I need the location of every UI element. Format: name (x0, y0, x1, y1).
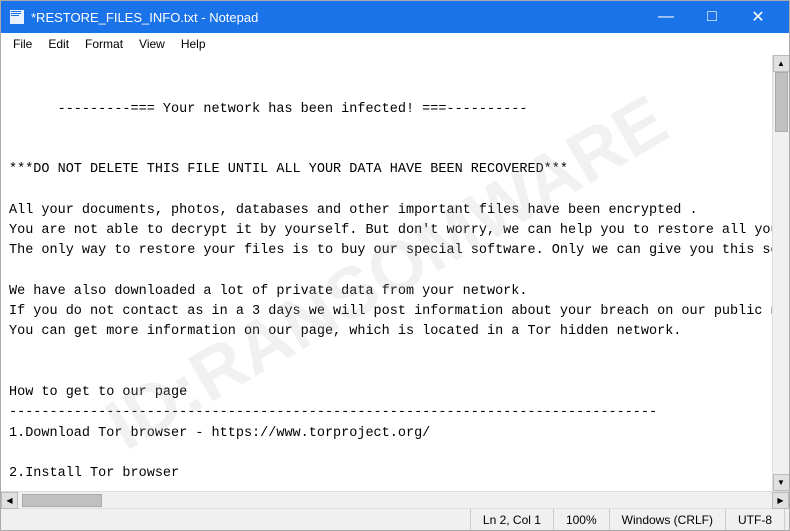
menu-help[interactable]: Help (173, 35, 214, 53)
scroll-thumb-horizontal[interactable] (22, 494, 102, 507)
menu-view[interactable]: View (131, 35, 173, 53)
window-controls: — □ ✕ (643, 1, 781, 33)
horizontal-scrollbar[interactable]: ◀ ▶ (1, 491, 789, 508)
close-button[interactable]: ✕ (735, 1, 781, 33)
menu-bar: File Edit Format View Help (1, 33, 789, 55)
window-title: *RESTORE_FILES_INFO.txt - Notepad (31, 10, 643, 25)
bottom-area: ◀ ▶ Ln 2, Col 1 100% Windows (CRLF) UTF-… (1, 491, 789, 530)
scroll-down-button[interactable]: ▼ (773, 474, 790, 491)
menu-file[interactable]: File (5, 35, 40, 53)
vertical-scrollbar[interactable]: ▲ ▼ (772, 55, 789, 491)
scroll-right-button[interactable]: ▶ (772, 492, 789, 509)
text-editor[interactable]: ID:RANSOMWARE ---------=== Your network … (1, 55, 772, 491)
app-icon (9, 9, 25, 25)
title-bar: *RESTORE_FILES_INFO.txt - Notepad — □ ✕ (1, 1, 789, 33)
status-zoom: 100% (554, 509, 610, 530)
status-empty (5, 509, 471, 530)
status-encoding: UTF-8 (726, 509, 785, 530)
status-position: Ln 2, Col 1 (471, 509, 554, 530)
scroll-track-horizontal[interactable] (18, 492, 772, 508)
minimize-button[interactable]: — (643, 1, 689, 33)
scroll-thumb-vertical[interactable] (775, 72, 788, 132)
maximize-button[interactable]: □ (689, 1, 735, 33)
menu-format[interactable]: Format (77, 35, 131, 53)
scroll-left-button[interactable]: ◀ (1, 492, 18, 509)
notepad-window: *RESTORE_FILES_INFO.txt - Notepad — □ ✕ … (0, 0, 790, 531)
status-line-endings: Windows (CRLF) (610, 509, 726, 530)
editor-content: ---------=== Your network has been infec… (9, 102, 772, 492)
scroll-up-button[interactable]: ▲ (773, 55, 790, 72)
status-bar: Ln 2, Col 1 100% Windows (CRLF) UTF-8 (1, 508, 789, 530)
scroll-track-vertical[interactable] (773, 72, 789, 474)
content-area: ID:RANSOMWARE ---------=== Your network … (1, 55, 789, 491)
menu-edit[interactable]: Edit (40, 35, 77, 53)
